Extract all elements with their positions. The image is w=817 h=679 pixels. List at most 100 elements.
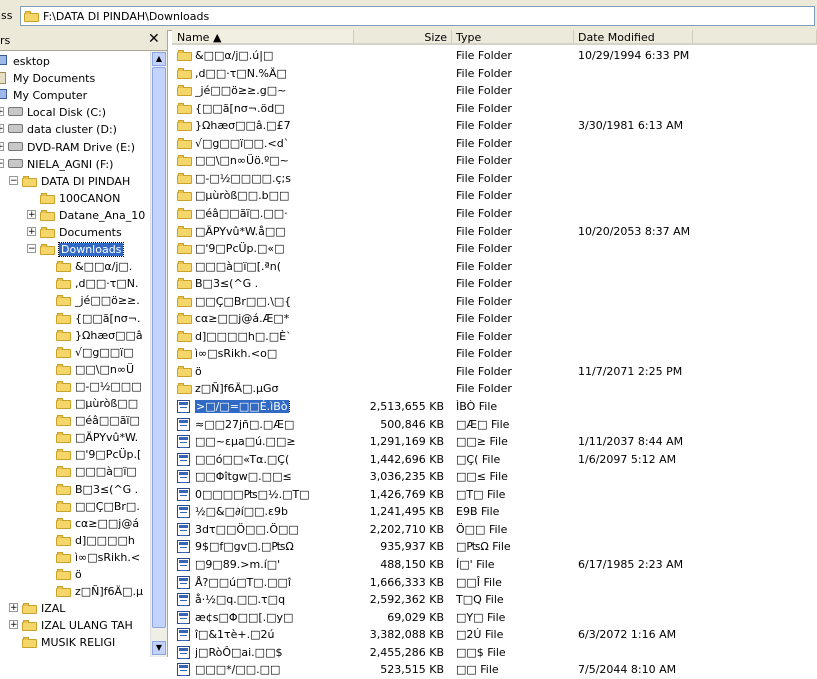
folder-icon bbox=[56, 294, 72, 309]
column-header-type[interactable]: Type bbox=[452, 30, 574, 45]
file-row[interactable]: >□/□=□□É.ìBò 2,513,655 KB ÌBÒ File bbox=[172, 397, 817, 414]
file-row[interactable]: _jé□□ö≥≥.g□~ File Folder bbox=[172, 81, 817, 98]
file-row[interactable]: æ¢s□Φ□□[.□y□ 69,029 KB □Y□ File bbox=[172, 608, 817, 625]
expand-icon[interactable]: + bbox=[0, 141, 4, 151]
file-row[interactable]: z□Ñ]f6Ä□.µGσ File Folder bbox=[172, 379, 817, 396]
tree-node-label: □□Ç□Br□. bbox=[75, 499, 140, 513]
folder-icon bbox=[177, 137, 193, 152]
file-row[interactable]: B□3≤(^G . File Folder bbox=[172, 274, 817, 291]
tree-node-label: My Computer bbox=[13, 89, 88, 103]
collapse-icon[interactable]: − bbox=[9, 175, 18, 185]
tree-node-label: ì∞□sRikh.< bbox=[75, 550, 141, 564]
expand-icon[interactable]: + bbox=[9, 603, 18, 613]
file-name: î□&1τè+.□2ú bbox=[195, 628, 350, 641]
file-name-text: cα≥□□j@á.Æ□* bbox=[195, 312, 290, 326]
file-size: 1,442,696 KB bbox=[352, 453, 444, 466]
file-row[interactable]: ì∞□sRikh.<o□ File Folder bbox=[172, 344, 817, 361]
folder-icon bbox=[177, 154, 193, 169]
collapse-icon[interactable]: − bbox=[27, 244, 36, 254]
file-name-text: □ÄPYvû*W.å□□ bbox=[195, 224, 286, 238]
file-type-text: File Folder bbox=[456, 259, 512, 273]
file-name: √□g□□ï□□.<d` bbox=[195, 137, 350, 150]
file-type: File Folder bbox=[456, 242, 574, 255]
file-type-text: File Folder bbox=[456, 242, 512, 256]
expand-icon[interactable]: + bbox=[27, 209, 36, 219]
folder-icon bbox=[177, 67, 193, 82]
expand-icon[interactable]: + bbox=[0, 107, 4, 117]
file-row[interactable]: &□□α/j□.ú|□ File Folder 10/29/1994 6:33 PM bbox=[172, 46, 817, 63]
file-row[interactable]: d]□□□□h□.□È` File Folder bbox=[172, 327, 817, 344]
close-icon[interactable]: ✕ bbox=[148, 31, 160, 47]
file-row[interactable]: ≈□□27jñ□.□Æ□ 500,846 KB □Æ□ File bbox=[172, 415, 817, 432]
file-row[interactable]: □'9□PcÜp.□«□ File Folder bbox=[172, 239, 817, 256]
expand-icon[interactable]: + bbox=[9, 620, 18, 630]
file-row[interactable]: ½□&□∂í□□.ε9b 1,241,495 KB E9B File bbox=[172, 502, 817, 519]
folder-icon bbox=[177, 382, 193, 397]
file-row[interactable]: √□g□□ï□□.<d` File Folder bbox=[172, 134, 817, 151]
scroll-up-icon[interactable]: ▲ bbox=[152, 52, 166, 66]
file-row[interactable]: {□□ã[nσ¬.öd□ File Folder bbox=[172, 99, 817, 116]
file-row[interactable]: □9□89.>m.í□' 488,150 KB Í□' File 6/17/1985 … bbox=[172, 555, 817, 572]
file-row[interactable]: □□\□n∞Üö.º□~ File Folder bbox=[172, 151, 817, 168]
tree-scrollbar[interactable]: ▲ ▼ bbox=[150, 51, 167, 657]
folder-icon bbox=[56, 277, 72, 292]
file-row[interactable]: □□ó□□«Tα.□Ç(1,442,696 KB □Ç( File 1/6/2097… bbox=[172, 450, 817, 467]
folder-icon bbox=[56, 329, 72, 344]
file-size: 2,513,655 KB bbox=[352, 400, 444, 413]
file-name-text: î□&1τè+.□2ú bbox=[195, 628, 275, 642]
expand-icon[interactable]: + bbox=[0, 124, 4, 134]
tree-node-label: IZAL bbox=[41, 602, 66, 616]
file-name: å·½□q.□□.τ□q bbox=[195, 593, 350, 606]
file-row[interactable]: □éâ□□ãï□.□□· File Folder bbox=[172, 204, 817, 221]
file-type: File Folder bbox=[456, 102, 574, 115]
file-row[interactable]: 3dτ□□Ö□□.Ö□□ 2,202,710 KB Ö□□ File bbox=[172, 520, 817, 537]
file-row[interactable]: □-□½□□□□.ç;s File Folder bbox=[172, 169, 817, 186]
file-type-text: File Folder bbox=[456, 49, 512, 62]
file-name-text: ,d□□·τ□N.%Ä□ bbox=[195, 66, 287, 80]
file-type: □₧Ω File bbox=[456, 540, 574, 553]
file-row[interactable]: 0□□□□₧□½.□T□ 1,426,769 KB □T□ File bbox=[172, 485, 817, 502]
file-row[interactable]: □□Ç□Br□□.\□{File Folder bbox=[172, 292, 817, 309]
column-header-name[interactable]: Name ▲ bbox=[172, 30, 354, 45]
file-type-text: File Folder bbox=[456, 66, 512, 80]
file-row[interactable]: ,d□□·τ□N.%Ä□ File Folder bbox=[172, 64, 817, 81]
column-header-date-modified[interactable]: Date Modified bbox=[574, 30, 693, 45]
file-row[interactable]: □□Φîtgw□.□□≤ 3,036,235 KB □□≤ File bbox=[172, 467, 817, 484]
file-size-text: 1,241,495 KB bbox=[369, 505, 444, 519]
file-name: }Ωhæσ□□â.□£7 bbox=[195, 119, 350, 132]
folder-icon bbox=[177, 242, 193, 257]
tree-node-label: □'9□PcÜp.[ bbox=[75, 448, 142, 462]
file-name-text: □éâ□□ãï□.□□· bbox=[195, 206, 288, 220]
address-input[interactable]: F:\DATA DI PINDAH\Downloads bbox=[20, 6, 815, 26]
file-row[interactable]: □µùròß□□.b□□ File Folder bbox=[172, 186, 817, 203]
scroll-thumb[interactable] bbox=[152, 67, 166, 628]
file-name: 9$□f□gv□.□₧Ω bbox=[195, 540, 350, 553]
collapse-icon[interactable]: − bbox=[0, 158, 4, 168]
file-row[interactable]: Å?□□ú□T□.□□î 1,666,333 KB □□Î File bbox=[172, 573, 817, 590]
file-name-text: Å?□□ú□T□.□□î bbox=[195, 575, 291, 589]
file-row[interactable]: j□RòÔ□ai.□□$ 2,455,286 KB □□$ File bbox=[172, 643, 817, 660]
file-row[interactable]: ö File Folder 11/7/2071 2:25 PM bbox=[172, 362, 817, 379]
folder-icon bbox=[24, 10, 40, 22]
file-row[interactable]: }Ωhæσ□□â.□£7 File Folder 3/30/1981 6:13 AM bbox=[172, 116, 817, 133]
file-type: Ö□□ File bbox=[456, 523, 574, 536]
file-row[interactable]: î□&1τè+.□2ú 3,382,088 KB □2Ú File 6/3/2072 … bbox=[172, 625, 817, 642]
file-row[interactable]: □ÄPYvû*W.å□□ File Folder 10/20/2053 8:37 A… bbox=[172, 222, 817, 239]
file-row[interactable]: cα≥□□j@á.Æ□* File Folder bbox=[172, 309, 817, 326]
folder-icon bbox=[56, 483, 72, 498]
folder-icon bbox=[177, 347, 193, 362]
column-header-size[interactable]: Size bbox=[354, 30, 452, 45]
file-size: 523,515 KB bbox=[352, 663, 444, 676]
folder-icon bbox=[177, 102, 193, 117]
tree-node-label: DATA DI PINDAH bbox=[41, 174, 131, 188]
expand-icon[interactable]: + bbox=[27, 227, 36, 237]
scroll-down-icon[interactable]: ▼ bbox=[152, 641, 166, 655]
file-row[interactable]: å·½□q.□□.τ□q 2,592,362 KB T□Q File bbox=[172, 590, 817, 607]
folder-icon bbox=[177, 49, 193, 64]
file-row[interactable]: □□□*/□□.□□ 523,515 KB □□ File 7/5/2044 8:10… bbox=[172, 660, 817, 677]
file-row[interactable]: 9$□f□gv□.□₧Ω 935,937 KB □₧Ω File bbox=[172, 537, 817, 554]
file-type: File Folder bbox=[456, 365, 574, 378]
tree-node-label: {□□ã[nσ¬. bbox=[75, 311, 141, 325]
file-row[interactable]: □□□à□ï□[.ªn(File Folder bbox=[172, 257, 817, 274]
file-row[interactable]: □□~εµa□ú.□□≥ 1,291,169 KB □□≥ File 1/11/203… bbox=[172, 432, 817, 449]
